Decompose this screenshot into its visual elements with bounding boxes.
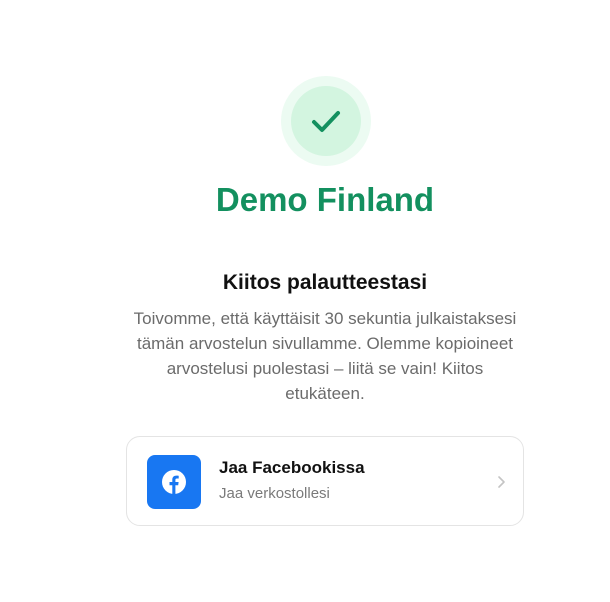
chevron-right-icon (498, 476, 505, 488)
checkmark-icon (312, 111, 340, 132)
thank-you-page: Demo Finland Kiitos palautteestasi Toivo… (0, 0, 610, 602)
brand-title: Demo Finland (215, 181, 435, 218)
share-facebook-subtitle: Jaa verkostollesi (219, 485, 330, 502)
thank-you-message: Toivomme, että käyttäisit 30 sekuntia ju… (133, 309, 517, 403)
share-facebook-title: Jaa Facebookissa (219, 458, 365, 477)
thank-you-heading: Kiitos palautteestasi (222, 271, 428, 294)
share-facebook-button[interactable]: Jaa Facebookissa Jaa verkostollesi (126, 436, 524, 526)
success-badge (281, 76, 371, 166)
facebook-icon (147, 455, 201, 509)
